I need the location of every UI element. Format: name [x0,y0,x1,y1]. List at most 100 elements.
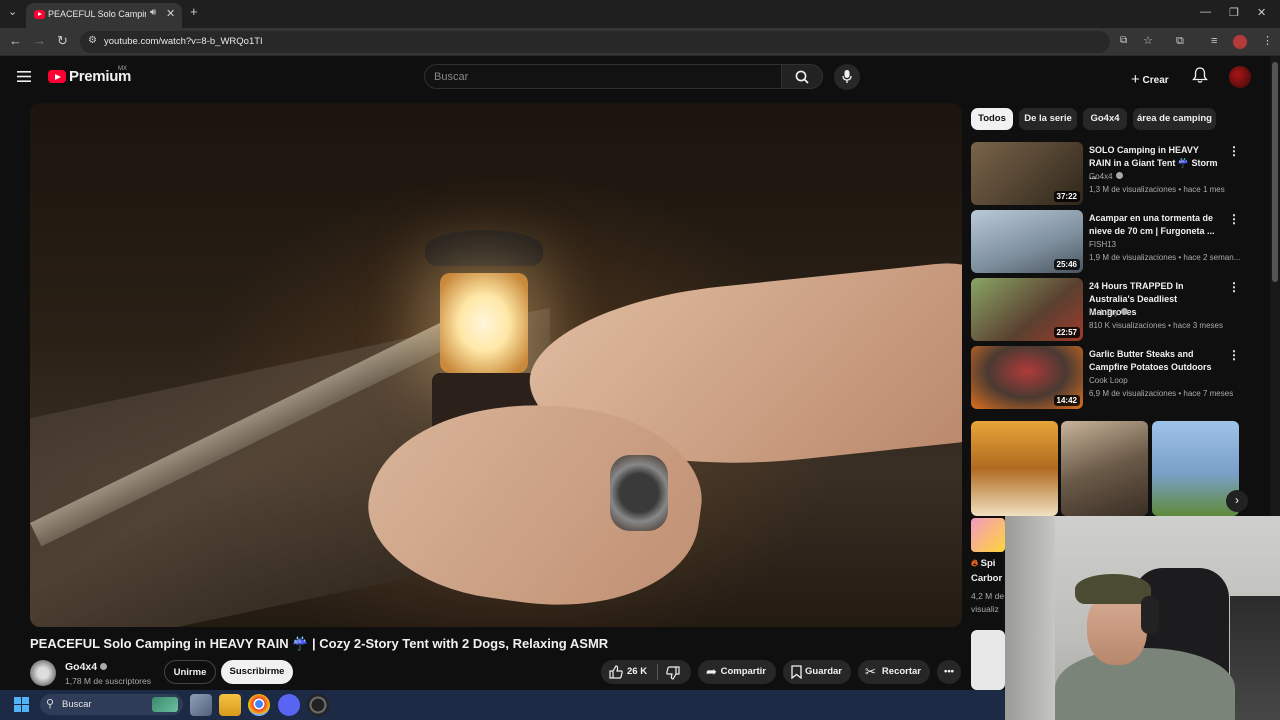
browser-tab-bar: ⌄ PEACEFUL Solo Camping in HEAVY RAIN 🔊︎… [0,0,1280,28]
search-icon: ⚲ [46,698,55,710]
youtube-logo-icon[interactable] [48,70,66,83]
chrome-icon[interactable] [248,694,270,716]
file-explorer-icon[interactable] [219,694,241,716]
clip-button[interactable]: ✂ Recortar [858,660,930,684]
more-options-icon[interactable]: ⋮ [1228,144,1240,158]
youtube-favicon-icon [34,10,45,19]
more-options-icon[interactable]: ⋮ [1228,280,1240,294]
channel-avatar[interactable] [30,660,56,686]
discord-icon[interactable] [278,694,300,716]
recommendation-meta: 1,9 M de visualizaciones • hace 2 seman.… [1089,253,1241,262]
short-thumbnail[interactable] [971,421,1058,516]
site-info-icon[interactable]: ⚙ [88,35,97,46]
short-thumbnail[interactable] [1061,421,1148,516]
clip-label: Recortar [881,666,921,677]
search-box[interactable] [424,64,782,89]
video-player[interactable] [30,103,962,627]
media-controls-icon[interactable]: ≡ [1211,33,1217,49]
recommendation-channel-name: Nick Fry [1089,308,1119,317]
recommendation-item[interactable]: 25:46 Acampar en una tormenta de nieve d… [971,210,1261,274]
plus-icon: + [1131,71,1140,88]
back-icon[interactable]: ← [9,33,22,49]
recommendation-title[interactable]: Garlic Butter Steaks and Campfire Potato… [1089,348,1219,374]
new-tab-icon[interactable]: + [190,4,198,19]
search-button[interactable] [781,64,823,89]
taskbar-search[interactable]: ⚲ Buscar [40,694,183,715]
task-view-icon[interactable] [190,694,212,716]
hamburger-menu-icon[interactable] [17,71,31,82]
scissors-icon: ✂ [865,664,876,679]
recommendation-title[interactable]: Acampar en una tormenta de nieve de 70 c… [1089,212,1219,238]
more-options-icon[interactable]: ⋮ [1228,348,1240,362]
verified-icon [1121,308,1129,315]
omnibox[interactable]: ⚙ youtube.com/watch?v=8-b_WRQo1TI ⧉ ☆ [80,31,1153,53]
forward-icon[interactable]: → [33,33,46,49]
more-dots-icon: ••• [944,666,954,677]
verified-icon [1115,172,1123,179]
more-options-icon[interactable]: ⋮ [1228,212,1240,226]
webcam-door [1005,516,1055,720]
install-app-icon[interactable]: ⧉ [1120,35,1127,46]
short-title[interactable]: 🔥︎ Spi [971,558,995,569]
chip-de-la-serie[interactable]: De la serie [1019,108,1077,130]
window-close-icon[interactable]: ✕ [1257,6,1266,19]
speaker-icon[interactable]: 🔊︎ [150,7,156,18]
chip-go4x4[interactable]: Go4x4 [1083,108,1127,130]
short-thumbnail[interactable] [971,630,1005,690]
save-label: Guardar [805,666,842,677]
video-title: PEACEFUL Solo Camping in HEAVY RAIN ☔ | … [30,636,609,651]
windows-start-icon[interactable] [14,697,30,713]
recommendation-item[interactable]: 14:42 Garlic Butter Steaks and Campfire … [971,346,1261,410]
recommendation-meta: 810 K visualizaciones • hace 3 meses [1089,321,1223,330]
account-avatar[interactable] [1229,66,1251,88]
bookmark-icon [791,665,802,679]
channel-name[interactable]: Go4x4 [65,661,108,673]
tab-list-icon[interactable]: ⌄ [8,5,17,18]
create-button[interactable]: + Crear [1125,65,1176,88]
save-button[interactable]: Guardar [783,660,851,684]
microphone-icon [842,70,852,83]
minimize-icon[interactable]: — [1200,6,1211,18]
notifications-bell-icon[interactable] [1192,67,1208,84]
video-thumbnail[interactable]: 14:42 [971,346,1083,409]
reload-icon[interactable]: ↻ [57,33,68,49]
video-frame-lantern-light [440,273,528,373]
profile-avatar[interactable] [1233,35,1247,49]
more-actions-button[interactable]: ••• [937,660,961,684]
duration-badge: 37:22 [1053,191,1080,202]
duration-badge: 14:42 [1053,395,1080,406]
tab-close-icon[interactable]: ✕ [166,7,175,20]
chip-area-de-camping[interactable]: área de camping [1133,108,1216,130]
share-button[interactable]: ➦ Compartir [698,660,776,684]
fire-icon: 🔥︎ [971,558,978,569]
search-highlight-icon [152,697,178,712]
shorts-next-arrow-icon[interactable]: › [1226,490,1248,512]
webcam-overlay [1005,516,1280,720]
dislike-icon[interactable] [666,666,680,680]
subscribe-button[interactable]: Suscribirme [221,660,293,684]
browser-tab[interactable]: PEACEFUL Solo Camping in HEAVY RAIN 🔊︎ ✕ [26,3,182,28]
duration-badge: 25:46 [1053,259,1080,270]
short-views-line2: visualiz [971,604,999,614]
video-thumbnail[interactable]: 25:46 [971,210,1083,273]
extensions-icon[interactable]: ⧉ [1176,33,1184,49]
voice-search-button[interactable] [834,64,860,90]
maximize-icon[interactable]: ❐ [1229,6,1239,19]
scrollbar-thumb[interactable] [1272,62,1278,282]
short-title-line2[interactable]: Carbor [971,573,1002,584]
short-thumbnail[interactable] [971,518,1005,552]
recommendation-meta: 6,9 M de visualizaciones • hace 7 meses [1089,389,1234,398]
chip-todos[interactable]: Todos [971,108,1013,130]
video-thumbnail[interactable]: 22:57 [971,278,1083,341]
share-icon: ➦ [706,664,717,679]
video-thumbnail[interactable]: 37:22 [971,142,1083,205]
browser-menu-icon[interactable]: ⋮ [1262,33,1273,49]
obs-icon[interactable] [307,694,329,716]
like-count[interactable]: 26 K [627,666,647,677]
search-input[interactable] [434,69,764,85]
recommendation-item[interactable]: 37:22 SOLO Camping in HEAVY RAIN in a Gi… [971,142,1261,206]
join-button[interactable]: Unirme [164,660,216,684]
bookmark-star-icon[interactable]: ☆ [1143,34,1153,47]
recommendation-item[interactable]: 22:57 24 Hours TRAPPED In Australia's De… [971,278,1261,342]
like-icon[interactable] [609,665,623,679]
